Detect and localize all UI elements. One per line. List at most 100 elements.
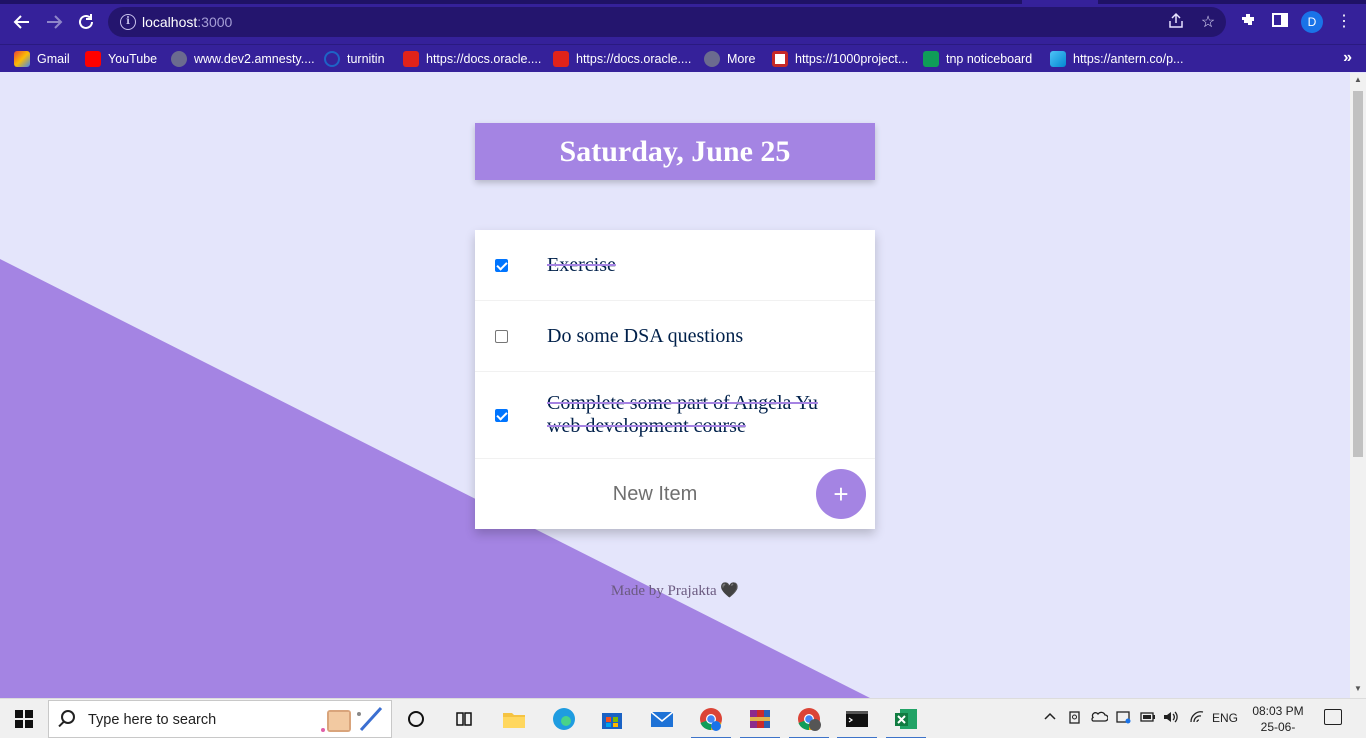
notification-icon[interactable]	[1324, 709, 1342, 725]
url-port: :3000	[197, 14, 233, 30]
excel-icon[interactable]	[886, 705, 926, 738]
bookmark-more[interactable]: More	[704, 45, 755, 73]
chrome-profile-icon[interactable]	[789, 705, 829, 738]
scroll-up-icon[interactable]: ▲	[1353, 75, 1363, 84]
arrow-left-icon	[13, 15, 29, 29]
site-info-icon[interactable]: i	[120, 14, 136, 30]
oracle-icon	[553, 51, 569, 67]
bookmark-label: tnp noticeboard	[946, 52, 1033, 66]
taskbar-search[interactable]: Type here to search	[48, 700, 392, 738]
terminal-icon[interactable]	[837, 705, 877, 738]
active-tab-highlight	[1022, 0, 1098, 4]
bookmark-label: https://docs.oracle....	[426, 52, 542, 66]
windows-start-icon[interactable]	[15, 710, 33, 728]
gmail-icon	[14, 51, 30, 67]
reload-icon	[79, 14, 93, 29]
globe-icon	[171, 51, 187, 67]
item-checkbox[interactable]	[495, 409, 508, 422]
battery-icon[interactable]	[1139, 709, 1157, 728]
chevron-up-icon[interactable]	[1043, 709, 1057, 726]
item-text: Complete some part of Angela Yu web deve…	[547, 392, 837, 438]
bookmark-label: www.dev2.amnesty....	[194, 52, 315, 66]
share-icon[interactable]	[1166, 12, 1186, 32]
bookmark-label: https://1000project...	[795, 52, 909, 66]
url-text[interactable]: localhost:3000	[142, 14, 232, 30]
list-item: Complete some part of Angela Yu web deve…	[475, 372, 875, 459]
bookmark-antern[interactable]: https://antern.co/p...	[1050, 45, 1183, 73]
bookmark-star-icon[interactable]: ☆	[1198, 12, 1218, 32]
bookmark-label: More	[727, 52, 756, 66]
task-view-icon[interactable]	[450, 705, 478, 733]
item-label: Complete some part of Angela Yu web deve…	[547, 392, 818, 437]
search-placeholder: Type here to search	[88, 712, 217, 728]
item-label: Exercise	[547, 254, 616, 276]
chevron-double-right-icon[interactable]: »	[1343, 49, 1352, 67]
winrar-icon[interactable]	[740, 705, 780, 738]
bookmark-label: turnitin	[347, 52, 385, 66]
bookmarks-bar: Gmail YouTube www.dev2.amnesty.... turni…	[0, 44, 1366, 72]
item-text: Do some DSA questions	[547, 325, 744, 347]
list-item: Exercise	[475, 230, 875, 301]
projects-icon	[772, 51, 788, 67]
search-highlight-illustration	[321, 706, 383, 732]
bookmark-label: Gmail	[37, 52, 70, 66]
arrow-right-icon	[47, 15, 63, 29]
scrollbar[interactable]: ▲ ▼	[1350, 73, 1366, 698]
bookmark-oracle-2[interactable]: https://docs.oracle....	[553, 45, 691, 73]
globe-icon	[704, 51, 720, 67]
page-title: Saturday, June 25	[559, 134, 791, 168]
todo-list-box: Exercise Do some DSA questions Complete …	[475, 230, 875, 529]
bookmark-oracle-1[interactable]: https://docs.oracle....	[403, 45, 541, 73]
reload-button[interactable]	[73, 9, 99, 35]
search-icon	[61, 710, 75, 724]
bookmark-label: https://docs.oracle....	[576, 52, 692, 66]
scroll-down-icon[interactable]: ▼	[1353, 684, 1363, 693]
heading-box: Saturday, June 25	[475, 123, 875, 180]
forward-button[interactable]	[41, 9, 67, 35]
page-viewport: Saturday, June 25 Exercise Do some DSA q…	[0, 73, 1350, 698]
language-indicator[interactable]: ENG	[1212, 711, 1238, 725]
wifi-icon[interactable]	[1188, 709, 1206, 728]
volume-icon[interactable]	[1162, 709, 1180, 728]
clock[interactable]: 08:03 PM 25-06-2022	[1250, 703, 1306, 738]
turnitin-icon	[324, 51, 340, 67]
taskbar: Type here to search ENG 08:03 PM 25-06-	[0, 698, 1366, 738]
footer-text: Made by Prajakta 🖤	[610, 583, 740, 599]
mail-icon[interactable]	[648, 705, 676, 733]
onedrive-icon[interactable]	[1090, 709, 1109, 728]
browser-toolbar: i localhost:3000 ☆ D ⋮	[0, 0, 1366, 44]
cortana-icon[interactable]	[402, 705, 430, 733]
file-explorer-icon[interactable]	[500, 705, 528, 733]
clock-date: 25-06-2022	[1260, 720, 1296, 738]
address-bar[interactable]: i localhost:3000 ☆	[108, 7, 1226, 37]
add-button[interactable]: +	[816, 469, 866, 519]
back-button[interactable]	[9, 9, 35, 35]
item-checkbox[interactable]	[495, 259, 508, 272]
tab-strip	[0, 0, 1366, 4]
chrome-icon[interactable]	[691, 705, 731, 738]
clock-time: 08:03 PM	[1252, 704, 1304, 718]
meet-now-icon[interactable]	[1067, 709, 1083, 728]
scrollbar-thumb[interactable]	[1353, 91, 1363, 457]
device-icon[interactable]	[1115, 709, 1131, 728]
bookmark-turnitin[interactable]: turnitin	[324, 45, 385, 73]
store-icon[interactable]	[598, 705, 626, 733]
bookmark-gmail[interactable]: Gmail	[14, 45, 70, 73]
bookmark-1000projects[interactable]: https://1000project...	[772, 45, 908, 73]
profile-avatar[interactable]: D	[1301, 11, 1323, 33]
sheets-icon	[923, 51, 939, 67]
new-item-input[interactable]	[535, 475, 775, 513]
bookmark-label: YouTube	[108, 52, 158, 66]
bookmark-tnp-noticeboard[interactable]: tnp noticeboard	[923, 45, 1032, 73]
bookmark-youtube[interactable]: YouTube	[85, 45, 157, 73]
menu-dots-icon[interactable]: ⋮	[1333, 11, 1355, 33]
extensions-icon[interactable]	[1237, 11, 1259, 33]
oracle-icon	[403, 51, 419, 67]
antern-icon	[1050, 51, 1066, 67]
bookmark-amnesty[interactable]: www.dev2.amnesty....	[171, 45, 315, 73]
edge-icon[interactable]	[550, 705, 578, 733]
new-item-form: +	[475, 459, 875, 529]
item-checkbox[interactable]	[495, 330, 508, 343]
url-host: localhost	[142, 14, 198, 30]
side-panel-icon[interactable]	[1269, 11, 1291, 33]
